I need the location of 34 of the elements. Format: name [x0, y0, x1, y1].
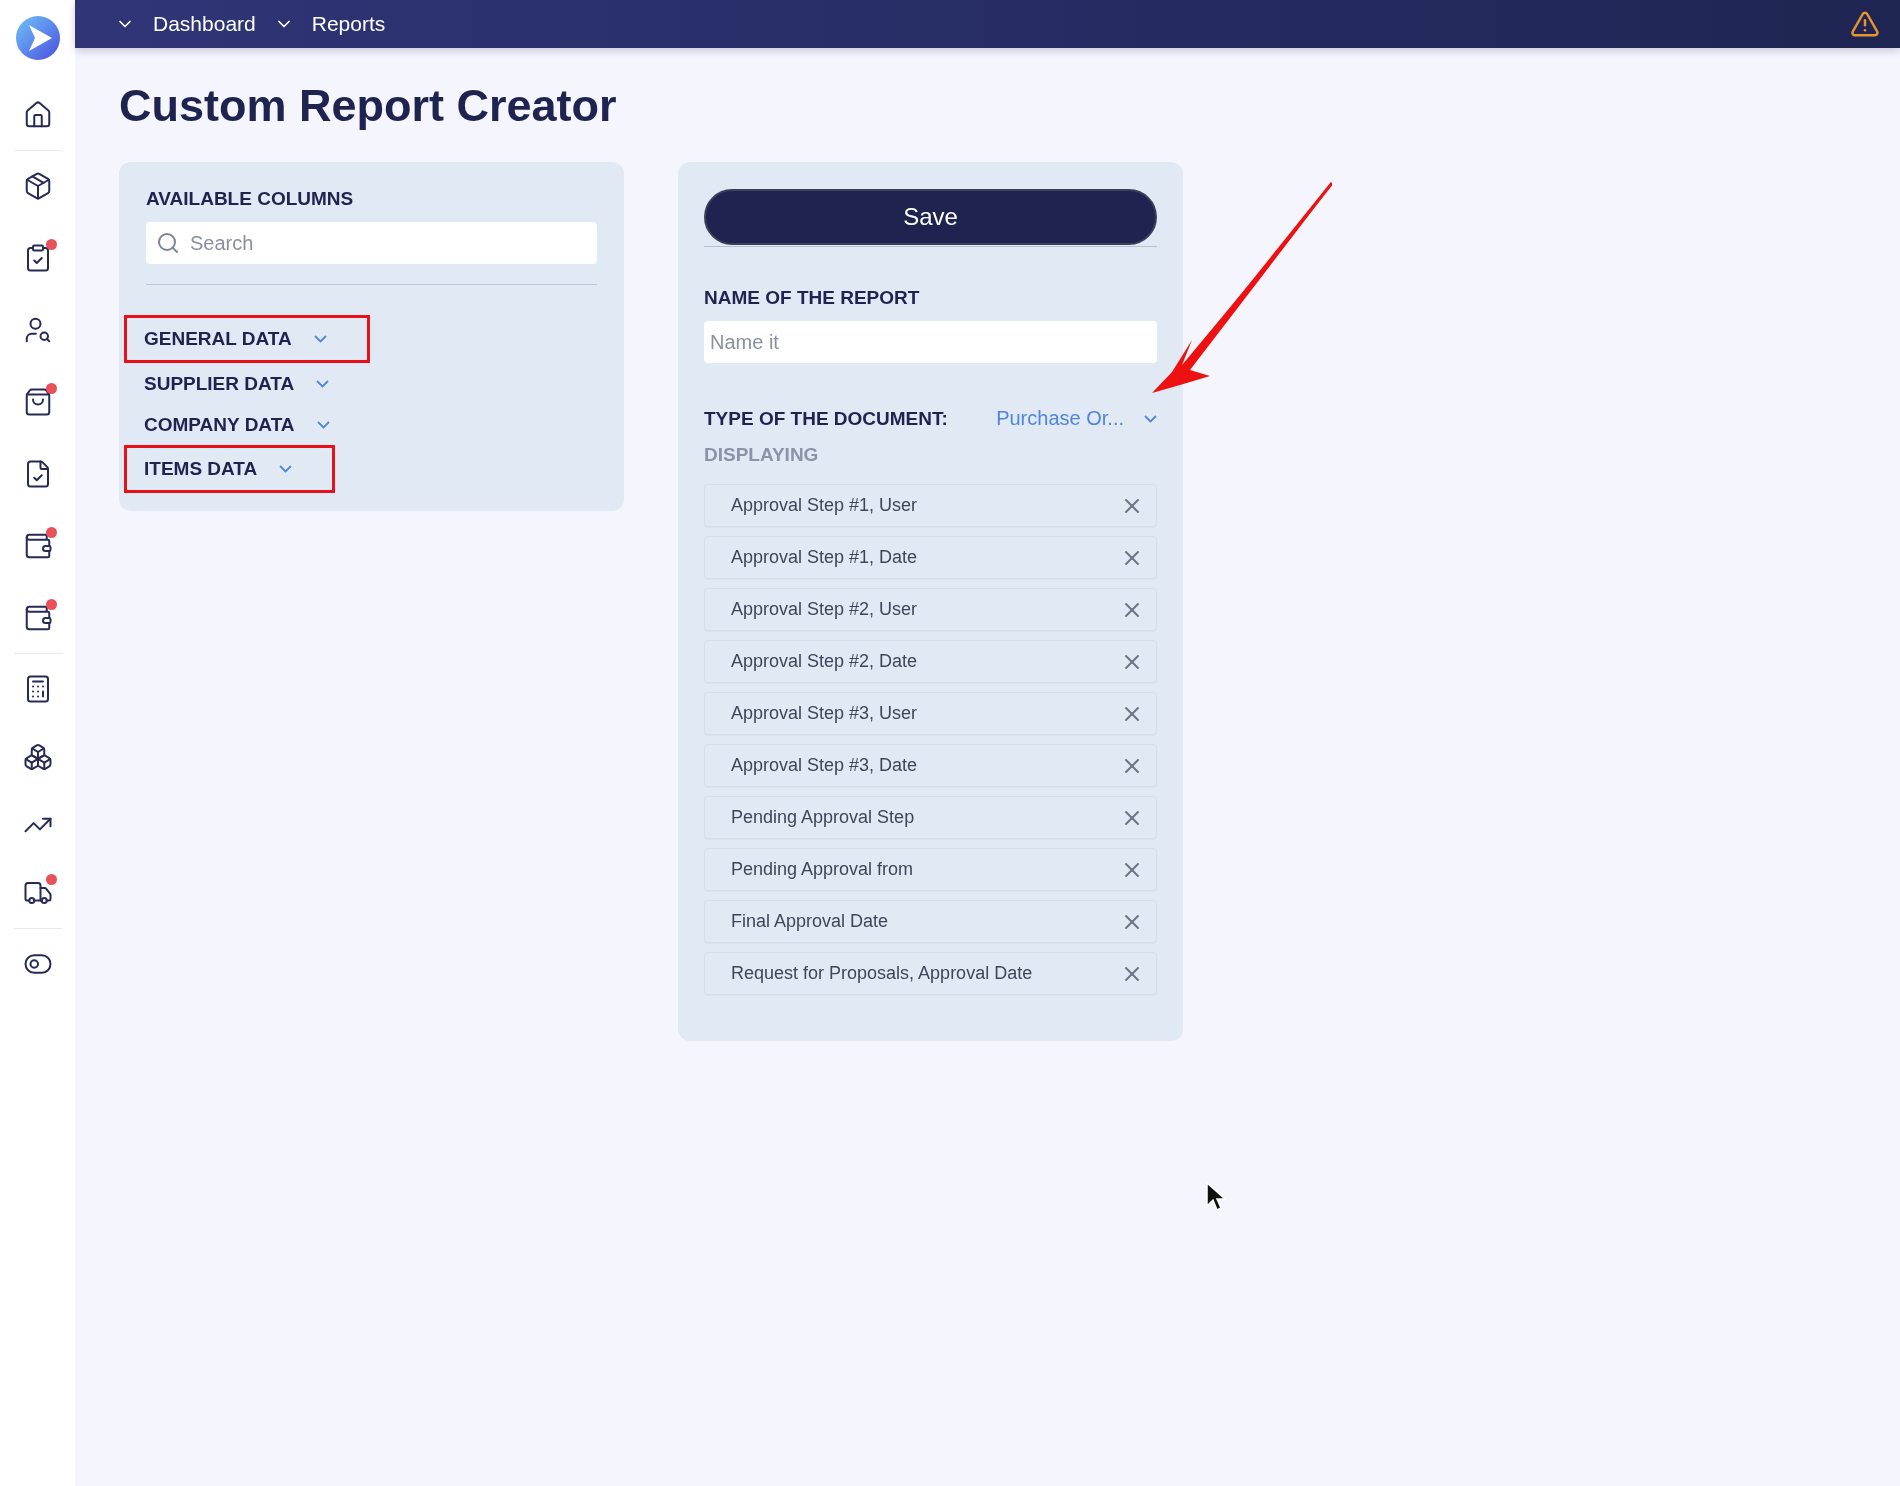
chevron-icon [313, 335, 327, 343]
column-name: Final Approval Date [731, 911, 889, 932]
column-name: Request for Proposals, Approval Date [731, 963, 1033, 984]
breadcrumb-link[interactable]: Dashboard [115, 12, 256, 36]
save-button[interactable]: Save [704, 189, 1157, 245]
column-name: Approval Step #3, User [731, 703, 918, 724]
search-icon [156, 231, 180, 255]
column-name: Approval Step #3, Date [731, 755, 918, 776]
boxes-icon [22, 742, 53, 772]
chevron-icon [316, 379, 330, 388]
column-name: Pending Approval Step [731, 807, 915, 828]
page-title: Custom Report Creator [119, 80, 618, 132]
warning-icon[interactable] [1850, 9, 1880, 39]
category-toggle[interactable]: SUPPLIER DATA [124, 363, 373, 404]
mouse-cursor-icon [1206, 1182, 1226, 1212]
section-title: DISPLAYING [704, 444, 820, 466]
field-label: TYPE OF THE DOCUMENT: [704, 407, 948, 430]
column-name: Approval Step #1, User [731, 495, 918, 516]
chevron-icon [316, 420, 330, 429]
chevron-icon [279, 465, 293, 473]
logo[interactable] [15, 16, 60, 60]
category-toggle[interactable]: COMPANY DATA [124, 404, 373, 445]
column-name: Approval Step #1, Date [731, 547, 918, 568]
chevron-icon [1144, 414, 1157, 423]
category-toggle[interactable]: ITEMS DATA [124, 445, 336, 493]
name-field[interactable]: Name it [704, 321, 1157, 363]
column-name: Pending Approval from [731, 859, 914, 880]
section-title: AVAILABLE COLUMNS [146, 188, 355, 210]
breadcrumb-link[interactable]: Reports [273, 12, 386, 36]
column-name: Approval Step #2, User [731, 599, 918, 620]
field-label: NAME OF THE REPORT [704, 287, 921, 309]
column-name: Approval Step #2, Date [731, 651, 918, 672]
search-field[interactable]: Search [146, 222, 597, 264]
category-toggle[interactable]: GENERAL DATA [124, 315, 370, 363]
